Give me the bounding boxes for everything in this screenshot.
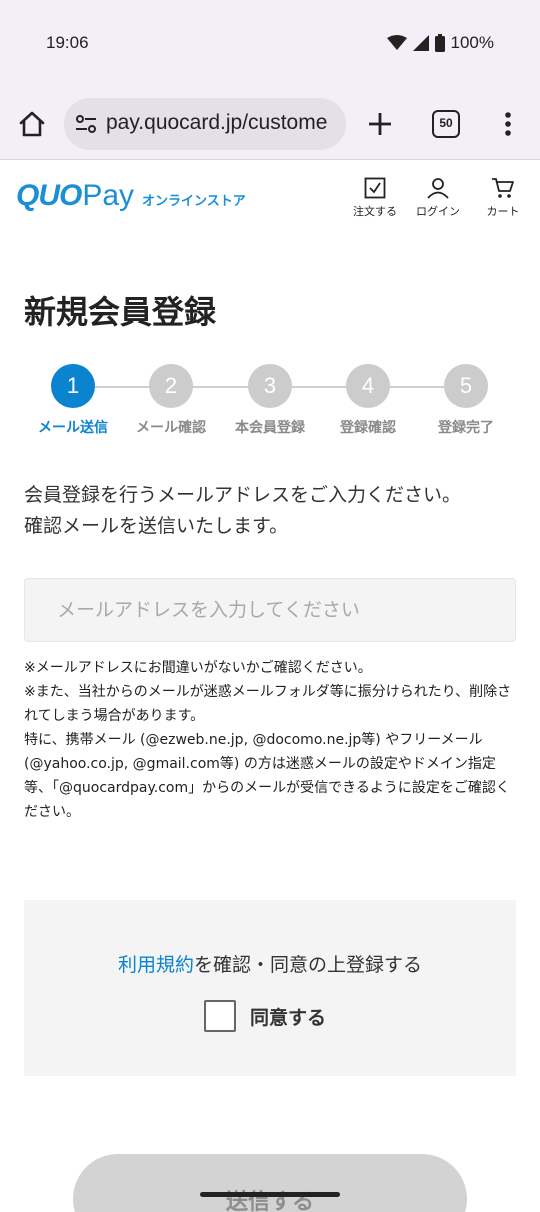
user-icon [410,177,466,199]
order-label: 注文する [353,205,397,218]
wifi-icon [386,35,407,51]
logo-pay-text: Pay [82,179,135,212]
step-2: 2 メール確認 [123,364,219,437]
step-label: メール確認 [136,420,206,436]
browser-toolbar: pay.quocard.jp/custome 50 [0,88,540,160]
note-3: 特に、携帯メール (@ezweb.ne.jp, @docomo.ne.jp等) … [24,732,510,820]
agree-checkbox-row[interactable]: 同意する [204,1000,326,1032]
agreement-suffix: を確認・同意の上登録する [194,954,423,976]
site-settings-icon[interactable] [74,113,98,135]
email-notes: ※メールアドレスにお間違いがないかご確認ください。 ※また、当社からのメールが迷… [24,656,520,824]
step-number: 5 [444,364,488,408]
page-title: 新規会員登録 [24,293,217,331]
note-2: ※また、当社からのメールが迷惑メールフォルダ等に振分けられたり、削除されてしまう… [24,684,512,724]
step-number: 3 [248,364,292,408]
step-number: 1 [51,364,95,408]
more-menu-icon[interactable] [496,108,520,140]
step-1: 1 メール送信 [25,364,121,437]
step-label: 登録完了 [438,420,494,436]
status-bar: 19:06 100% [0,0,540,88]
url-bar[interactable]: pay.quocard.jp/custome [64,98,346,150]
agree-label[interactable]: 同意する [250,1003,326,1030]
intro-text: 会員登録を行うメールアドレスをご入力ください。 確認メールを送信いたします。 [24,480,524,542]
quopay-logo[interactable]: QUO Pay オンラインストア [16,179,246,213]
battery-icon [434,34,445,52]
agree-checkbox[interactable] [204,1000,236,1032]
step-4: 4 登録確認 [320,364,416,437]
intro-line-1: 会員登録を行うメールアドレスをご入力ください。 [24,484,462,506]
signal-icon [412,35,429,51]
step-number: 2 [149,364,193,408]
registration-stepper: 1 メール送信 2 メール確認 3 本会員登録 4 登録確認 5 登録完了 [0,364,540,444]
cart-button[interactable]: カート [475,177,531,219]
battery-level: 100% [450,33,494,52]
email-input[interactable] [24,578,516,642]
tab-switcher-button[interactable]: 50 [432,110,460,138]
status-time: 19:06 [46,33,89,52]
login-button[interactable]: ログイン [410,177,466,219]
url-text: pay.quocard.jp/custome [106,111,328,134]
site-header: QUO Pay オンラインストア 注文する ログイン カート [0,161,540,233]
agreement-section: 利用規約を確認・同意の上登録する 同意する [24,900,516,1076]
new-tab-icon[interactable] [364,108,396,140]
intro-line-2: 確認メールを送信いたします。 [24,515,289,537]
step-number: 4 [346,364,390,408]
home-icon[interactable] [16,108,48,140]
step-label: 本会員登録 [235,420,305,436]
order-button[interactable]: 注文する [347,177,403,219]
step-3: 3 本会員登録 [222,364,318,437]
logo-subtitle: オンラインストア [142,194,246,209]
cart-icon [475,177,531,199]
submit-button[interactable]: 送信する [73,1154,467,1212]
gesture-nav-handle[interactable] [200,1192,340,1197]
note-1: ※メールアドレスにお間違いがないかご確認ください。 [24,660,372,676]
step-label: メール送信 [38,420,108,436]
terms-link[interactable]: 利用規約 [118,954,194,976]
checkbox-icon [347,177,403,199]
agreement-text: 利用規約を確認・同意の上登録する [24,950,516,977]
step-label: 登録確認 [340,420,396,436]
logo-quo-text: QUO [16,179,82,212]
login-label: ログイン [416,205,460,218]
cart-label: カート [486,205,520,218]
step-5: 5 登録完了 [418,364,514,437]
status-icons: 100% [386,33,494,53]
